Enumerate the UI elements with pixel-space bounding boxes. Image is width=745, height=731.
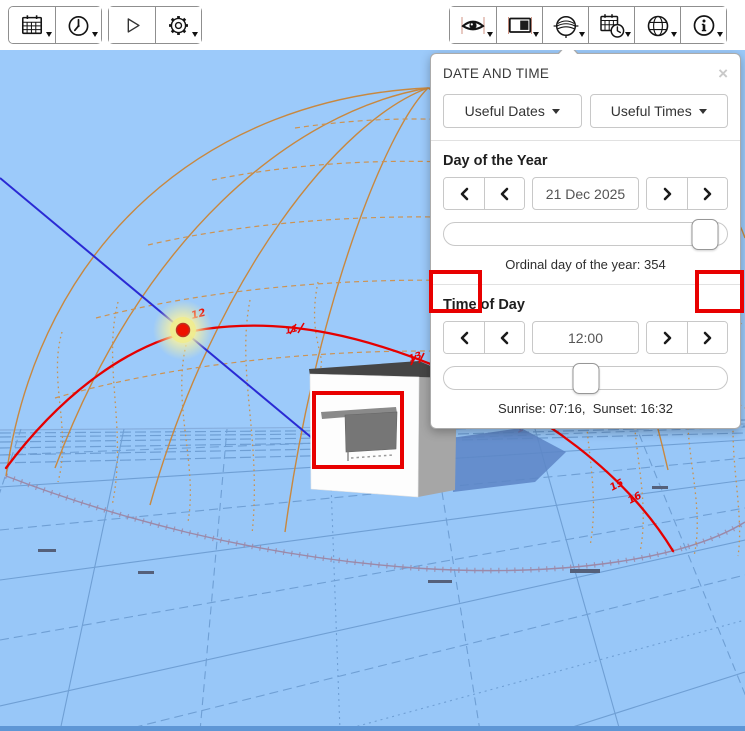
dropdown-caret: [699, 109, 707, 114]
useful-buttons-row: Useful Dates Useful Times: [443, 94, 728, 128]
time-back-group: [443, 321, 525, 354]
time-slider: [443, 363, 728, 394]
divider: [431, 140, 740, 141]
chevron-right-icon: [662, 187, 673, 201]
ordinal-day-caption: Ordinal day of the year: 354: [443, 257, 728, 272]
panel-header: DATE AND TIME ×: [443, 62, 728, 84]
date-time-button-group: [8, 6, 102, 44]
sunpath-display-button[interactable]: [542, 7, 588, 43]
dropdown-caret: [671, 32, 677, 37]
clock-button[interactable]: [55, 7, 101, 43]
calendar-icon: [20, 13, 44, 37]
time-forward-group: [646, 321, 728, 354]
view-tools-group: [449, 6, 727, 44]
calendar-clock-icon: [599, 12, 625, 38]
chevron-left-icon: [459, 331, 470, 345]
time-stepper-row: 12:00: [443, 321, 728, 354]
useful-times-button[interactable]: Useful Times: [590, 94, 729, 128]
chevron-left-icon: [459, 187, 470, 201]
time-back-button[interactable]: [484, 322, 524, 353]
day-slider-track[interactable]: [443, 222, 728, 246]
day-back-button[interactable]: [484, 178, 524, 209]
useful-dates-label: Useful Dates: [465, 103, 545, 119]
time-of-day-heading: Time of Day: [443, 297, 728, 313]
day-of-year-heading: Day of the Year: [443, 153, 728, 169]
globe-icon: [645, 12, 671, 38]
time-slider-thumb[interactable]: [572, 363, 599, 394]
dropdown-caret: [192, 32, 198, 37]
display-mode-button[interactable]: [496, 7, 542, 43]
calendar-button[interactable]: [9, 7, 55, 43]
day-forward-button[interactable]: [647, 178, 687, 209]
dropdown-caret: [533, 32, 539, 37]
gear-icon: [167, 14, 190, 37]
sun-marker[interactable]: [153, 300, 213, 360]
contrast-panel-icon: [507, 12, 533, 38]
day-back-group: [443, 177, 525, 210]
visibility-button[interactable]: [450, 7, 496, 43]
time-fast-back-button[interactable]: [444, 322, 484, 353]
sunpath-sphere-icon: [553, 12, 579, 38]
useful-dates-button[interactable]: Useful Dates: [443, 94, 582, 128]
dropdown-caret: [552, 109, 560, 114]
close-icon[interactable]: ×: [718, 65, 728, 82]
date-display: 21 Dec 2025: [532, 177, 639, 210]
dropdown-caret: [717, 32, 723, 37]
play-icon: [120, 13, 144, 37]
day-stepper-row: 21 Dec 2025: [443, 177, 728, 210]
dropdown-caret: [487, 32, 493, 37]
dropdown-caret: [579, 32, 585, 37]
date-and-time-panel: DATE AND TIME × Useful Dates Useful Time…: [430, 53, 741, 429]
top-toolbar: [0, 0, 745, 50]
chevron-right-icon: [702, 187, 713, 201]
day-fast-forward-button[interactable]: [687, 178, 727, 209]
dropdown-caret: [92, 32, 98, 37]
chevron-right-icon: [702, 331, 713, 345]
app-window: { "toolbar": { "left_icons": ["calendar"…: [0, 0, 745, 731]
info-button[interactable]: [680, 7, 726, 43]
divider: [431, 284, 740, 285]
settings-button[interactable]: [155, 7, 201, 43]
dropdown-caret: [46, 32, 52, 37]
time-display: 12:00: [532, 321, 639, 354]
ground-front-edge: [0, 726, 745, 731]
time-fast-forward-button[interactable]: [687, 322, 727, 353]
time-forward-button[interactable]: [647, 322, 687, 353]
location-button[interactable]: [634, 7, 680, 43]
chevron-left-icon: [499, 187, 510, 201]
chevron-left-icon: [499, 331, 510, 345]
eye-icon: [460, 12, 486, 38]
day-forward-group: [646, 177, 728, 210]
day-slider: [443, 219, 728, 250]
info-icon: [691, 12, 717, 38]
chevron-right-icon: [662, 331, 673, 345]
date-time-button[interactable]: [588, 7, 634, 43]
panel-title: DATE AND TIME: [443, 66, 549, 81]
day-fast-back-button[interactable]: [444, 178, 484, 209]
dropdown-caret: [625, 32, 631, 37]
clock-icon: [66, 13, 91, 38]
useful-times-label: Useful Times: [611, 103, 692, 119]
animation-settings-group: [108, 6, 202, 44]
play-button[interactable]: [109, 7, 155, 43]
sunrise-sunset-caption: Sunrise: 07:16, Sunset: 16:32: [443, 401, 728, 416]
day-slider-thumb[interactable]: [692, 219, 719, 250]
